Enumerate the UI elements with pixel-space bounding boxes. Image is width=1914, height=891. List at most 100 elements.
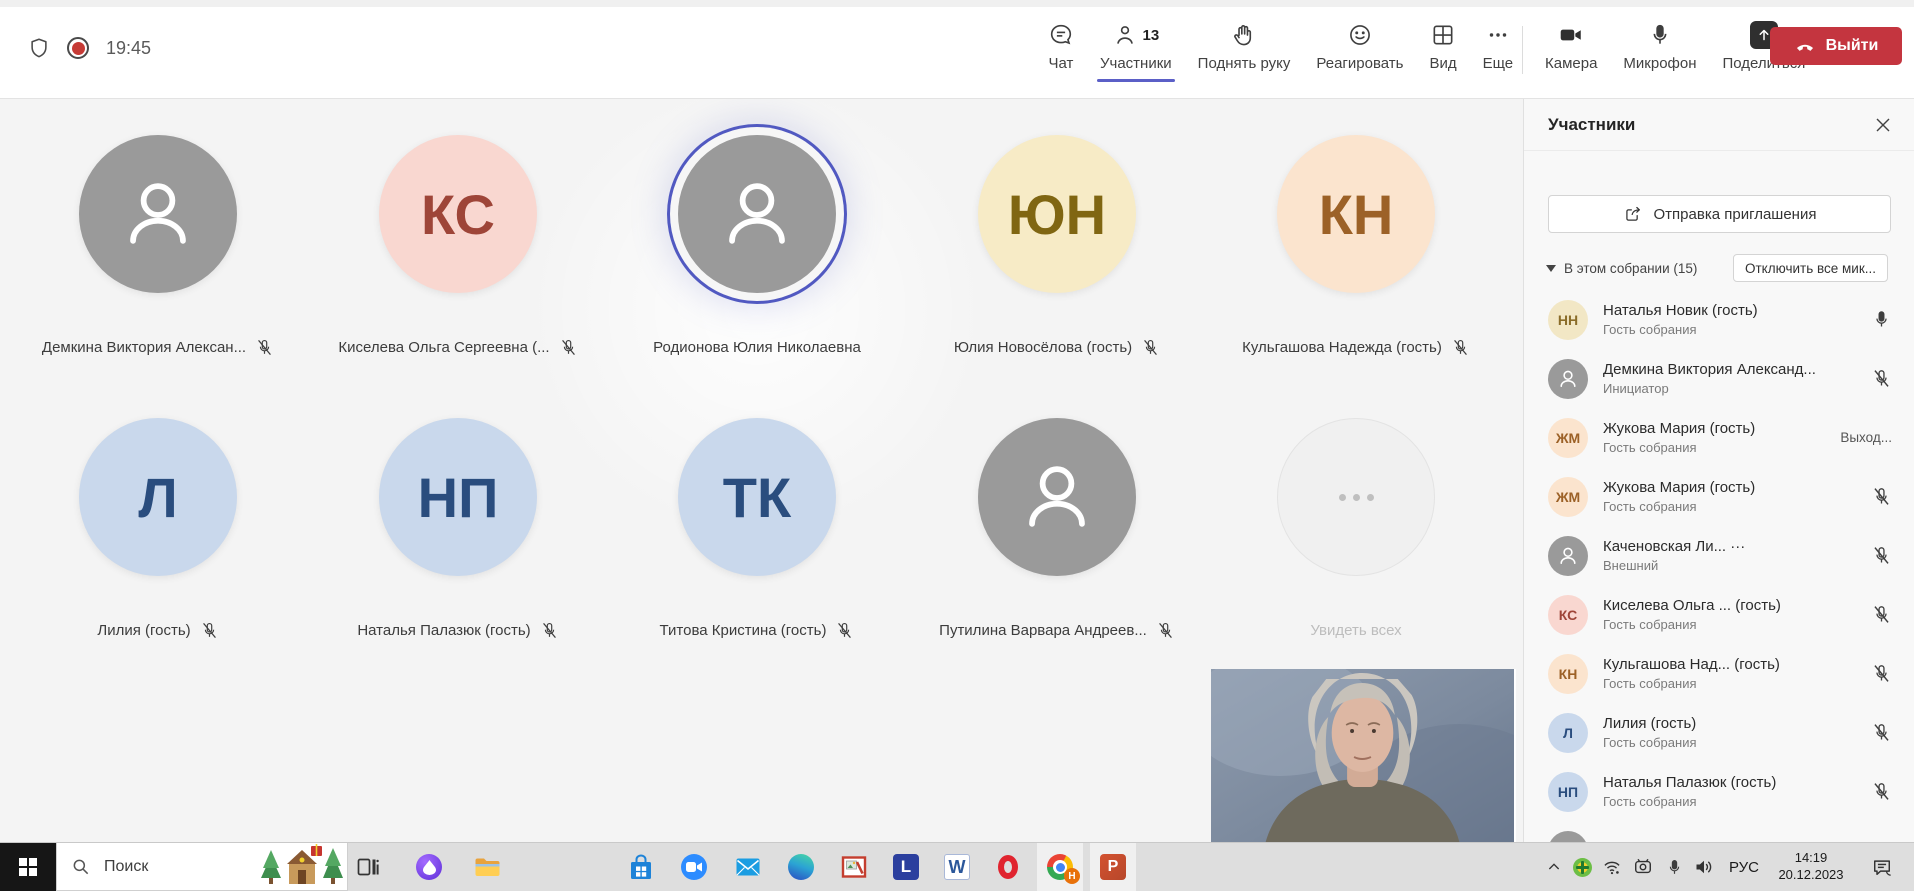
mic-muted-icon bbox=[835, 621, 854, 640]
picture-manager-icon[interactable] bbox=[831, 843, 877, 891]
recording-indicator-icon[interactable] bbox=[67, 37, 89, 59]
mic-muted-icon bbox=[1156, 621, 1175, 640]
microphone-button[interactable]: Микрофон bbox=[1610, 16, 1709, 84]
avatar: ТК bbox=[678, 418, 836, 576]
mic-muted-icon bbox=[1451, 338, 1470, 357]
windows-taskbar: Поиск bbox=[0, 842, 1914, 891]
participant-name: Жукова Мария (гость) bbox=[1603, 479, 1856, 496]
avatar: ЮН bbox=[978, 135, 1136, 293]
participant-row[interactable]: КС Киселева Ольга ... (гость) Гость собр… bbox=[1524, 585, 1914, 644]
taskbar-search-input[interactable]: Поиск bbox=[56, 843, 348, 891]
zoom-app-icon[interactable] bbox=[671, 843, 717, 891]
section-label[interactable]: В этом собрании (15) bbox=[1564, 261, 1697, 276]
mic-muted-icon[interactable] bbox=[1871, 368, 1892, 389]
mic-on-icon[interactable] bbox=[1871, 309, 1892, 330]
file-explorer-icon[interactable] bbox=[464, 843, 510, 891]
task-view-button[interactable] bbox=[344, 843, 390, 891]
avatar: КН bbox=[1548, 654, 1588, 694]
search-placeholder: Поиск bbox=[104, 858, 148, 876]
participant-row[interactable]: Каченовская Ли... ··· Внешний bbox=[1524, 526, 1914, 585]
tray-notification-icon[interactable] bbox=[1862, 843, 1902, 891]
microsoft-store-icon[interactable] bbox=[618, 843, 664, 891]
tab-raise-hand[interactable]: Поднять руку bbox=[1185, 16, 1304, 84]
participant-tile[interactable]: НП Наталья Палазюк (гость) bbox=[308, 418, 608, 640]
tray-chevron-up-icon[interactable] bbox=[1540, 843, 1568, 891]
tab-more[interactable]: Еще bbox=[1470, 16, 1527, 84]
participant-row[interactable]: Демкина Виктория Александ... Инициатор bbox=[1524, 349, 1914, 408]
participant-tile[interactable]: Демкина Виктория Алексан... bbox=[8, 135, 308, 357]
tab-view[interactable]: Вид bbox=[1416, 16, 1469, 84]
participant-row[interactable]: НП Наталья Палазюк (гость) Гость собрани… bbox=[1524, 762, 1914, 821]
participant-tile[interactable]: ЮН Юлия Новосёлова (гость) bbox=[907, 135, 1207, 357]
participant-name: Юлия Новосёлова (гость) bbox=[954, 339, 1132, 356]
edge-browser-icon[interactable] bbox=[778, 843, 824, 891]
tray-mic-icon[interactable] bbox=[1660, 843, 1688, 891]
mic-muted-icon[interactable] bbox=[1871, 663, 1892, 684]
participant-status: Выход... bbox=[1840, 430, 1892, 445]
avatar: КС bbox=[379, 135, 537, 293]
tray-antivirus-icon[interactable] bbox=[1568, 843, 1596, 891]
mail-app-icon[interactable] bbox=[725, 843, 771, 891]
tray-language[interactable]: РУС bbox=[1722, 843, 1766, 891]
participant-name: Наталья Новик (гость) bbox=[1603, 302, 1856, 319]
react-smiley-icon bbox=[1347, 22, 1373, 48]
participant-row[interactable]: ЖМ Жукова Мария (гость) Гость собрания В… bbox=[1524, 408, 1914, 467]
tab-participants[interactable]: 13 Участники bbox=[1087, 16, 1185, 84]
avatar bbox=[978, 418, 1136, 576]
mic-muted-icon[interactable] bbox=[1871, 545, 1892, 566]
mic-muted-icon bbox=[255, 338, 274, 357]
opera-browser-icon[interactable] bbox=[985, 843, 1031, 891]
camera-button[interactable]: Камера bbox=[1532, 16, 1610, 84]
leave-button[interactable]: Выйти bbox=[1770, 27, 1902, 65]
mic-muted-icon bbox=[559, 338, 578, 357]
avatar bbox=[79, 135, 237, 293]
participant-tile-active-speaker[interactable]: Родионова Юлия Николаевна bbox=[607, 135, 907, 357]
windows-logo-icon bbox=[19, 858, 37, 876]
people-icon bbox=[1112, 22, 1138, 48]
participant-tile[interactable]: Путилина Варвара Андреев... bbox=[907, 418, 1207, 640]
participant-row[interactable]: КН Кульгашова Над... (гость) Гость собра… bbox=[1524, 644, 1914, 703]
participant-name: Демкина Виктория Александ... bbox=[1603, 361, 1856, 378]
chrome-browser-icon[interactable]: H bbox=[1037, 843, 1083, 891]
word-icon[interactable]: W bbox=[934, 843, 980, 891]
microphone-label: Микрофон bbox=[1623, 55, 1696, 72]
tray-speaker-icon[interactable] bbox=[1688, 843, 1720, 891]
mute-all-button[interactable]: Отключить все мик... bbox=[1733, 254, 1888, 282]
mic-muted-icon[interactable] bbox=[1871, 722, 1892, 743]
participant-name: Демкина Виктория Алексан... bbox=[42, 339, 246, 356]
tab-chat-label: Чат bbox=[1049, 55, 1074, 72]
see-all-tile[interactable]: Увидеть всех bbox=[1206, 418, 1506, 640]
tray-clock[interactable]: 14:19 20.12.2023 bbox=[1768, 843, 1854, 891]
avatar-initials: КС bbox=[421, 182, 495, 247]
participant-tile[interactable]: КС Киселева Ольга Сергеевна (... bbox=[308, 135, 608, 357]
close-panel-icon[interactable] bbox=[1874, 116, 1892, 134]
start-button[interactable] bbox=[0, 843, 56, 891]
security-shield-icon[interactable] bbox=[28, 36, 50, 60]
participant-row[interactable]: ЖМ Жукова Мария (гость) Гость собрания bbox=[1524, 467, 1914, 526]
participant-row-partial[interactable] bbox=[1524, 821, 1914, 842]
powerpoint-icon[interactable]: P bbox=[1090, 843, 1136, 891]
lightshot-icon[interactable]: L bbox=[883, 843, 929, 891]
self-video-preview[interactable] bbox=[1211, 669, 1516, 842]
participant-tile[interactable]: Л Лилия (гость) bbox=[8, 418, 308, 640]
send-invite-button[interactable]: Отправка приглашения bbox=[1548, 195, 1891, 233]
tab-participants-label: Участники bbox=[1100, 55, 1172, 72]
participant-tile[interactable]: КН Кульгашова Надежда (гость) bbox=[1206, 135, 1506, 357]
mic-muted-icon[interactable] bbox=[1871, 486, 1892, 507]
participant-tile[interactable]: ТК Титова Кристина (гость) bbox=[607, 418, 907, 640]
tab-react[interactable]: Реагировать bbox=[1303, 16, 1416, 84]
participant-row[interactable]: НН Наталья Новик (гость) Гость собрания bbox=[1524, 290, 1914, 349]
tray-cast-icon[interactable] bbox=[1628, 843, 1658, 891]
participant-name: Лилия (гость) bbox=[1603, 715, 1856, 732]
mic-muted-icon[interactable] bbox=[1871, 781, 1892, 802]
alice-assistant-icon[interactable] bbox=[406, 843, 452, 891]
holiday-decoration-icon bbox=[259, 844, 345, 890]
participant-row[interactable]: Л Лилия (гость) Гость собрания bbox=[1524, 703, 1914, 762]
tray-wifi-icon[interactable] bbox=[1598, 843, 1626, 891]
avatar-initials: НП bbox=[418, 465, 499, 530]
webcam-video bbox=[1211, 669, 1514, 842]
avatar: Л bbox=[79, 418, 237, 576]
tab-chat[interactable]: Чат bbox=[1035, 16, 1087, 84]
send-invite-label: Отправка приглашения bbox=[1654, 206, 1817, 223]
mic-muted-icon[interactable] bbox=[1871, 604, 1892, 625]
